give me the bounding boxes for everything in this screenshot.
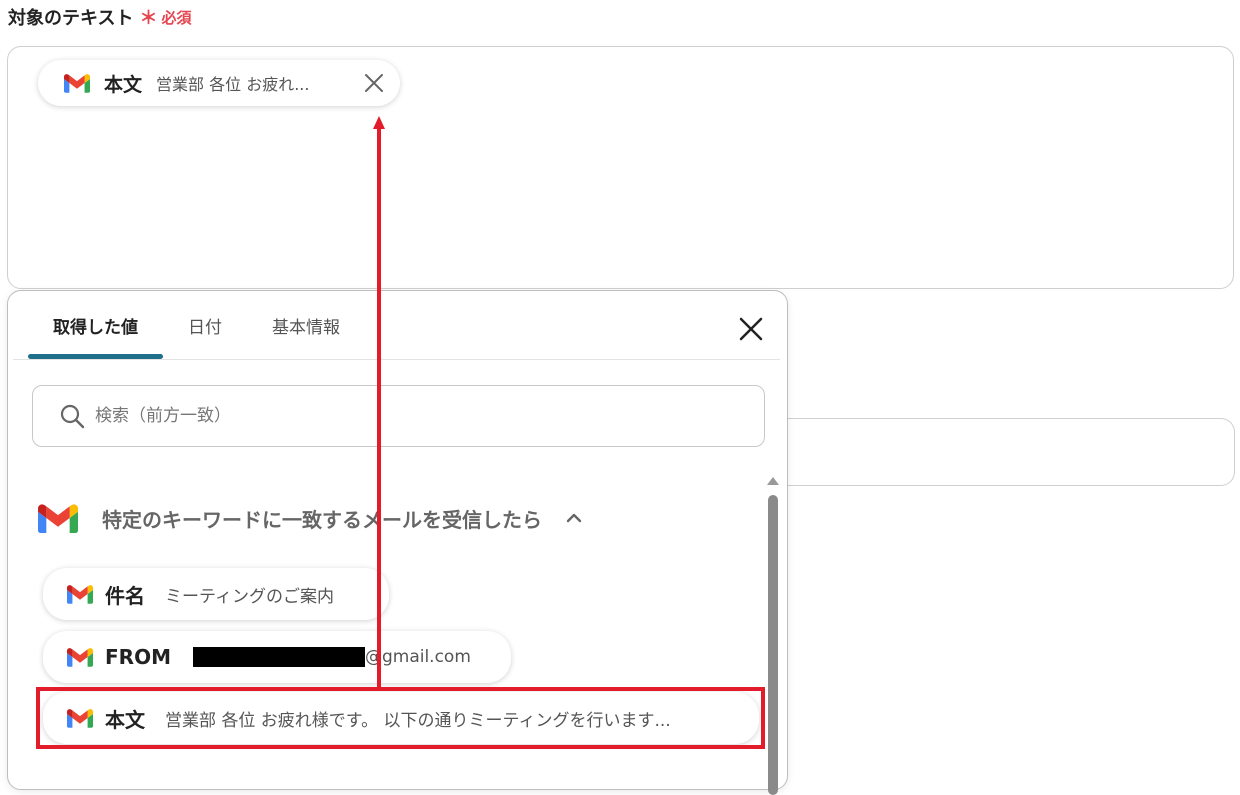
secondary-input-field[interactable] <box>780 418 1235 486</box>
annotation-arrow-line <box>377 128 381 688</box>
tab-date[interactable]: 日付 <box>163 291 247 359</box>
value-item-subject[interactable]: 件名 ミーティングのご案内 <box>43 568 389 620</box>
gmail-icon <box>64 73 90 93</box>
search-icon <box>60 404 85 429</box>
section-title: 特定のキーワードに一致するメールを受信したら <box>102 507 542 532</box>
selected-value-chip: 本文 営業部 各位 お疲れ... <box>38 60 400 106</box>
close-icon[interactable] <box>737 315 765 343</box>
item-label: FROM <box>105 645 171 669</box>
field-label-row: 対象のテキスト ＊ 必須 <box>8 4 191 30</box>
close-icon[interactable] <box>362 71 386 95</box>
gmail-icon <box>38 503 78 533</box>
scrollbar-thumb[interactable] <box>768 495 778 795</box>
trigger-section-header[interactable]: 特定のキーワードに一致するメールを受信したら <box>38 498 584 538</box>
scroll-up-arrow[interactable] <box>767 477 779 485</box>
field-label: 対象のテキスト <box>8 8 134 29</box>
gmail-icon <box>67 584 93 604</box>
annotation-arrow-head <box>373 116 385 129</box>
search-box[interactable] <box>32 385 765 447</box>
required-star: ＊ <box>139 8 158 29</box>
required-text: 必須 <box>161 8 192 27</box>
tab-divider <box>13 359 780 360</box>
value-item-from[interactable]: FROM @gmail.com <box>43 631 511 683</box>
chip-label: 本文 <box>104 73 143 96</box>
redacted-email-block <box>192 647 365 667</box>
item-label: 件名 <box>105 583 145 608</box>
tab-acquired-values[interactable]: 取得した値 <box>28 291 163 359</box>
chevron-up-icon[interactable] <box>564 508 584 528</box>
gmail-icon <box>67 647 93 667</box>
annotation-highlight-box <box>36 687 765 749</box>
tab-basic-info[interactable]: 基本情報 <box>247 291 365 359</box>
search-input[interactable] <box>93 405 697 427</box>
popup-tabs: 取得した値 日付 基本情報 <box>28 291 365 359</box>
item-value: ミーティングのご案内 <box>165 586 334 607</box>
chip-value: 営業部 各位 お疲れ... <box>156 75 310 94</box>
